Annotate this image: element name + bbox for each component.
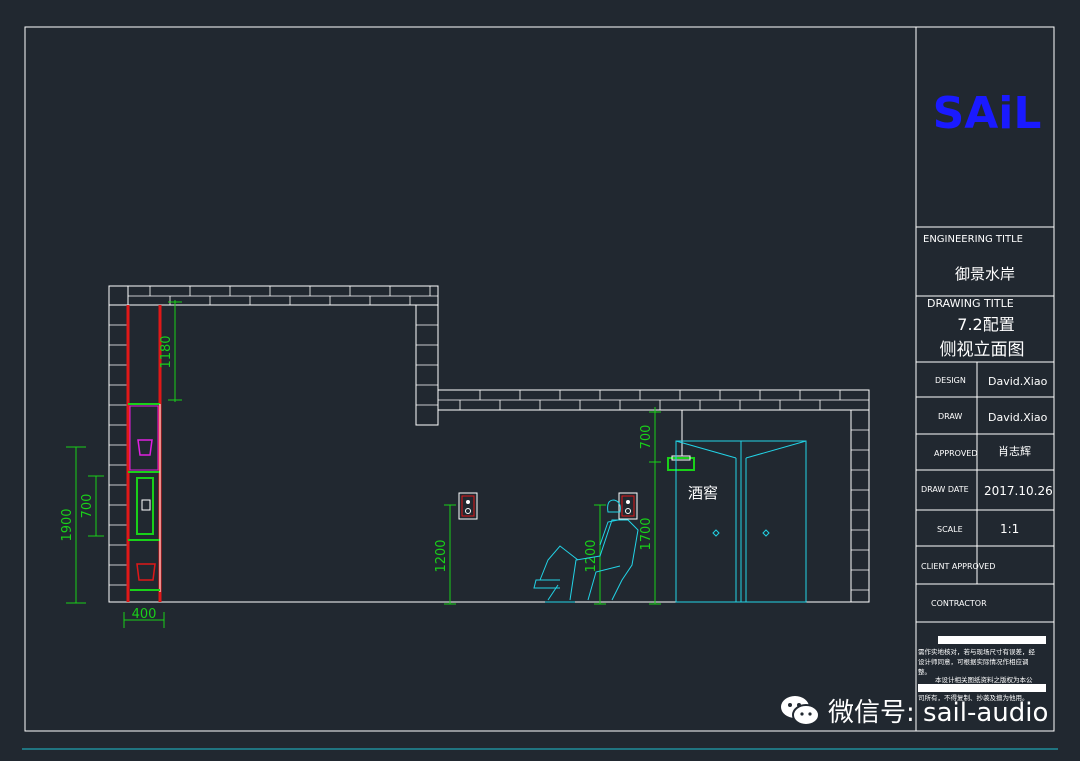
approved-label: APPROVED bbox=[934, 449, 978, 458]
scale-label: SCALE bbox=[937, 525, 963, 534]
center-speaker-box bbox=[136, 477, 154, 535]
room-label: 酒窖 bbox=[688, 484, 718, 502]
drawing-title-line1: 7.2配置 bbox=[957, 315, 1014, 334]
wechat-watermark: 微信号: sail-audio bbox=[780, 692, 1048, 729]
surround-speaker-2 bbox=[618, 492, 638, 520]
dimension-lines bbox=[66, 300, 661, 628]
center-speaker-icon bbox=[141, 499, 151, 511]
notes-line-3: 整。 bbox=[918, 667, 931, 676]
draw-date-label: DRAW DATE bbox=[921, 485, 969, 494]
drawing-title-label: DRAWING TITLE bbox=[927, 297, 1014, 310]
draw-date-value: 2017.10.26 bbox=[984, 484, 1053, 498]
dim-speaker-2: 1200 bbox=[584, 539, 599, 572]
notes-bar-top bbox=[938, 636, 1046, 644]
notes-line-2: 设计师同意，可根据实际情况作相应调 bbox=[918, 657, 1029, 666]
dim-depth: 400 bbox=[132, 607, 157, 622]
contractor-label: CONTRACTOR bbox=[931, 599, 987, 608]
drawing-title-line2: 侧视立面图 bbox=[940, 340, 1025, 360]
subwoofer-icon bbox=[136, 563, 156, 581]
front-cabinet bbox=[126, 305, 162, 602]
draw-value: David.Xiao bbox=[988, 411, 1048, 424]
cellar-door bbox=[675, 440, 807, 603]
surround-speaker-1 bbox=[458, 492, 478, 520]
brick-hatch bbox=[109, 286, 869, 591]
scale-value: 1:1 bbox=[1000, 522, 1019, 536]
dim-top-gap: 1180 bbox=[159, 335, 174, 368]
wechat-icon bbox=[781, 695, 820, 726]
room-elevation bbox=[108, 285, 870, 603]
right-wall bbox=[850, 409, 870, 603]
speaker-top-icon bbox=[137, 439, 153, 456]
engineering-title-value: 御景水岸 bbox=[955, 265, 1015, 283]
notes-bar-bottom bbox=[918, 684, 1046, 692]
watermark-text: 微信号: sail-audio bbox=[828, 698, 1049, 728]
design-label: DESIGN bbox=[935, 376, 966, 385]
dim-projector-drop: 700 bbox=[639, 425, 654, 450]
sail-logo: SAiL bbox=[933, 88, 1042, 139]
dim-speaker-1: 1200 bbox=[434, 539, 449, 572]
engineering-title-label: ENGINEERING TITLE bbox=[923, 234, 1023, 245]
top-wall bbox=[108, 285, 439, 306]
left-wall bbox=[108, 285, 129, 603]
title-block: SAiL ENGINEERING TITLE 御景水岸 DRAWING TITL… bbox=[916, 88, 1054, 702]
dim-side-total: 1900 bbox=[60, 508, 75, 541]
notes-line-1: 需作实地核对，若与现场尺寸有误差，经 bbox=[918, 647, 1036, 656]
client-approved-label: CLIENT APPROVED bbox=[921, 562, 995, 571]
drawing-frame bbox=[24, 26, 1055, 732]
notes-line-4: 本设计相关图纸资料之版权为本公 bbox=[935, 675, 1033, 684]
design-value: David.Xiao bbox=[988, 375, 1048, 388]
cabinet-top-box bbox=[129, 405, 159, 471]
approved-value: 肖志辉 bbox=[998, 444, 1031, 458]
draw-label: DRAW bbox=[938, 412, 962, 421]
cad-drawing-canvas: SAiL ENGINEERING TITLE 御景水岸 DRAWING TITL… bbox=[22, 26, 1058, 750]
dim-side-mid: 700 bbox=[80, 494, 95, 519]
dim-projector-height: 1700 bbox=[639, 517, 654, 550]
projector-icon bbox=[667, 409, 695, 471]
